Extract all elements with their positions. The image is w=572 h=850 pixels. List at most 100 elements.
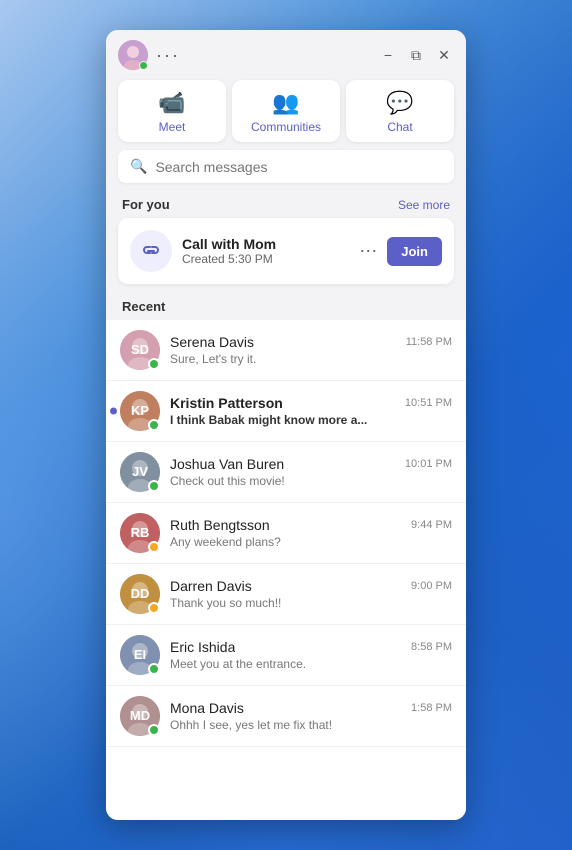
maximize-button[interactable]: ⧉ [406,45,426,65]
chat-time: 1:58 PM [411,702,452,714]
chat-body: Kristin Patterson 10:51 PM I think Babak… [170,395,452,427]
chat-name-row: Serena Davis 11:58 PM [170,334,452,350]
tab-meet-label: Meet [159,120,186,134]
chat-time: 10:01 PM [405,458,452,470]
chat-name-row: Mona Davis 1:58 PM [170,700,452,716]
communities-icon: 👥 [272,90,299,116]
chat-name-row: Ruth Bengtsson 9:44 PM [170,517,452,533]
avatar-status-dot [139,61,148,70]
tab-communities[interactable]: 👥 Communities [232,80,340,142]
chat-name: Serena Davis [170,334,254,350]
chat-time: 9:00 PM [411,580,452,592]
status-indicator [148,419,160,431]
for-you-title: For you [122,197,170,212]
chat-item[interactable]: MD Mona Davis 1:58 PM Ohhh I see, yes le… [106,686,466,747]
svg-text:SD: SD [131,342,149,357]
chat-name-row: Darren Davis 9:00 PM [170,578,452,594]
call-info: Call with Mom Created 5:30 PM [182,236,345,266]
title-bar-left: ··· [118,40,180,70]
chat-list: SD Serena Davis 11:58 PM Sure, Let's try… [106,320,466,820]
chat-preview: Any weekend plans? [170,535,452,549]
call-title: Call with Mom [182,236,345,252]
chat-preview: I think Babak might know more a... [170,413,452,427]
chat-body: Mona Davis 1:58 PM Ohhh I see, yes let m… [170,700,452,732]
call-more-button[interactable]: ⋯ [355,239,381,264]
svg-text:EI: EI [134,647,146,662]
chat-avatar: MD [120,696,160,736]
chat-icon: 💬 [386,90,413,116]
minimize-button[interactable]: − [378,45,398,65]
search-icon: 🔍 [130,158,147,175]
chat-avatar: RB [120,513,160,553]
chat-avatar: SD [120,330,160,370]
chat-preview: Sure, Let's try it. [170,352,452,366]
chat-preview: Check out this movie! [170,474,452,488]
chat-name: Eric Ishida [170,639,235,655]
status-indicator [148,358,160,370]
more-options-button[interactable]: ··· [156,45,180,66]
search-input[interactable] [155,159,442,175]
chat-name: Kristin Patterson [170,395,283,411]
tab-chat-label: Chat [387,120,412,134]
chat-body: Joshua Van Buren 10:01 PM Check out this… [170,456,452,488]
chat-item[interactable]: JV Joshua Van Buren 10:01 PM Check out t… [106,442,466,503]
chat-time: 11:58 PM [406,336,452,348]
meet-icon: 📹 [158,90,185,116]
tab-communities-label: Communities [251,120,321,134]
svg-text:RB: RB [131,525,150,540]
status-indicator [148,480,160,492]
recent-header: Recent [106,292,466,320]
chat-name: Darren Davis [170,578,252,594]
call-actions: ⋯ Join [355,237,442,266]
chat-body: Darren Davis 9:00 PM Thank you so much!! [170,578,452,610]
link-icon-svg [140,240,162,262]
chat-item[interactable]: EI Eric Ishida 8:58 PM Meet you at the e… [106,625,466,686]
chat-name-row: Joshua Van Buren 10:01 PM [170,456,452,472]
search-bar: 🔍 [118,150,454,183]
tab-meet[interactable]: 📹 Meet [118,80,226,142]
recent-title: Recent [122,299,165,314]
status-indicator [148,602,160,614]
app-window: ··· − ⧉ ✕ 📹 Meet 👥 Communities 💬 Chat 🔍 … [106,30,466,820]
call-card: Call with Mom Created 5:30 PM ⋯ Join [118,218,454,284]
call-icon [130,230,172,272]
tab-chat[interactable]: 💬 Chat [346,80,454,142]
user-avatar-container[interactable] [118,40,148,70]
status-indicator [148,541,160,553]
see-more-button[interactable]: See more [398,198,450,212]
chat-name: Mona Davis [170,700,244,716]
chat-time: 9:44 PM [411,519,452,531]
status-indicator [148,663,160,675]
chat-item[interactable]: RB Ruth Bengtsson 9:44 PM Any weekend pl… [106,503,466,564]
window-controls: − ⧉ ✕ [378,45,454,65]
for-you-header: For you See more [106,189,466,218]
chat-item[interactable]: KP Kristin Patterson 10:51 PM I think Ba… [106,381,466,442]
svg-text:MD: MD [130,708,150,723]
svg-text:KP: KP [131,403,149,418]
chat-body: Serena Davis 11:58 PM Sure, Let's try it… [170,334,452,366]
chat-name-row: Eric Ishida 8:58 PM [170,639,452,655]
close-button[interactable]: ✕ [434,45,454,65]
chat-name-row: Kristin Patterson 10:51 PM [170,395,452,411]
chat-avatar: DD [120,574,160,614]
status-indicator [148,724,160,736]
chat-item[interactable]: SD Serena Davis 11:58 PM Sure, Let's try… [106,320,466,381]
nav-tabs: 📹 Meet 👥 Communities 💬 Chat [106,76,466,150]
chat-body: Eric Ishida 8:58 PM Meet you at the entr… [170,639,452,671]
call-subtitle: Created 5:30 PM [182,252,345,266]
svg-text:DD: DD [131,586,150,601]
chat-body: Ruth Bengtsson 9:44 PM Any weekend plans… [170,517,452,549]
chat-name: Ruth Bengtsson [170,517,270,533]
chat-name: Joshua Van Buren [170,456,284,472]
title-bar: ··· − ⧉ ✕ [106,30,466,76]
chat-time: 10:51 PM [405,397,452,409]
chat-avatar: EI [120,635,160,675]
chat-item[interactable]: DD Darren Davis 9:00 PM Thank you so muc… [106,564,466,625]
chat-avatar: JV [120,452,160,492]
chat-preview: Meet you at the entrance. [170,657,452,671]
svg-text:JV: JV [132,464,148,479]
join-button[interactable]: Join [387,237,442,266]
chat-preview: Ohhh I see, yes let me fix that! [170,718,452,732]
chat-preview: Thank you so much!! [170,596,452,610]
chat-time: 8:58 PM [411,641,452,653]
